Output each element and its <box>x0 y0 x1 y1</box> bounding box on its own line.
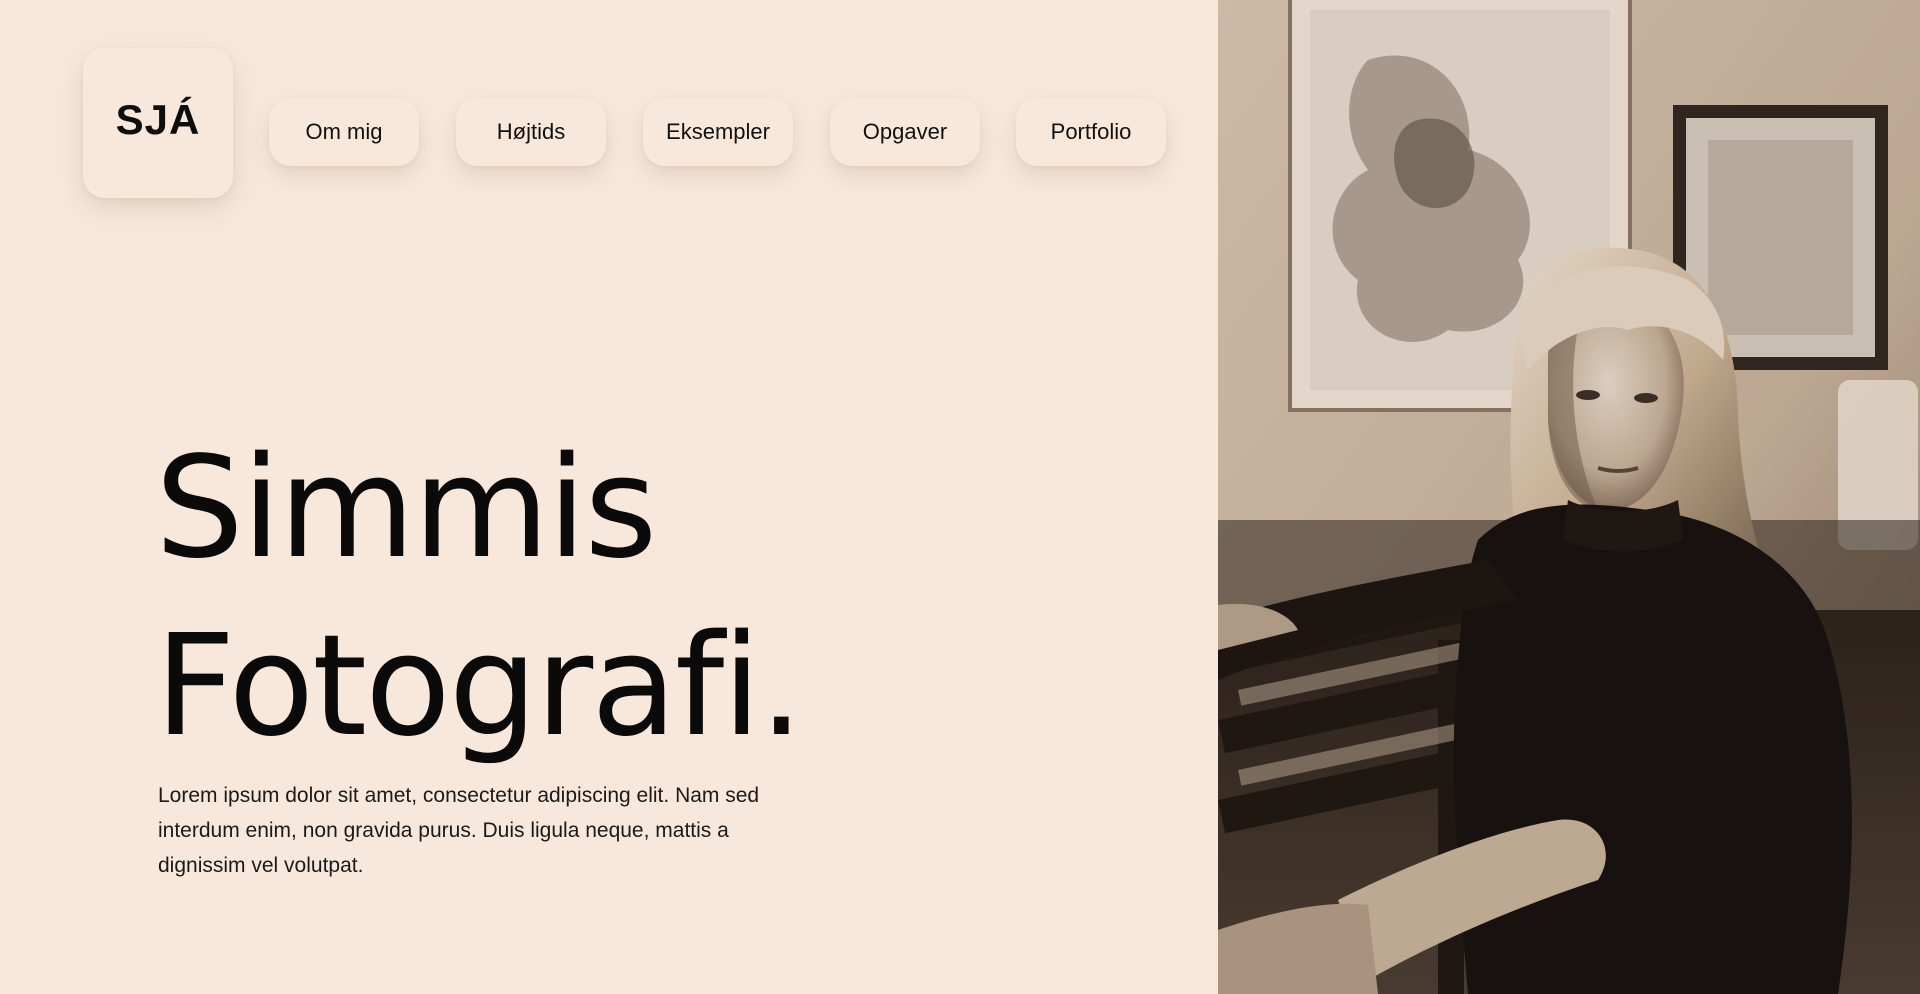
logo[interactable]: SJÁ <box>83 48 233 198</box>
page: SJÁ Om mig Højtids Eksempler Opgaver Por… <box>0 0 1920 994</box>
nav-item-portfolio[interactable]: Portfolio <box>1016 98 1166 166</box>
hero-section: SJÁ Om mig Højtids Eksempler Opgaver Por… <box>0 0 1218 994</box>
page-title-line-2: Fotografi. <box>155 605 804 768</box>
page-title-line-1: Simmis <box>155 427 657 590</box>
nav-item-hojtids[interactable]: Højtids <box>456 98 606 166</box>
nav-item-eksempler[interactable]: Eksempler <box>643 98 793 166</box>
logo-text: SJÁ <box>115 96 201 143</box>
portrait-image <box>1218 0 1920 994</box>
page-title: Simmis Fotografi. <box>155 420 804 776</box>
nav-item-om-mig[interactable]: Om mig <box>269 98 419 166</box>
nav-item-opgaver[interactable]: Opgaver <box>830 98 980 166</box>
hero-photo <box>1218 0 1920 994</box>
hero-description: Lorem ipsum dolor sit amet, consectetur … <box>158 784 760 877</box>
